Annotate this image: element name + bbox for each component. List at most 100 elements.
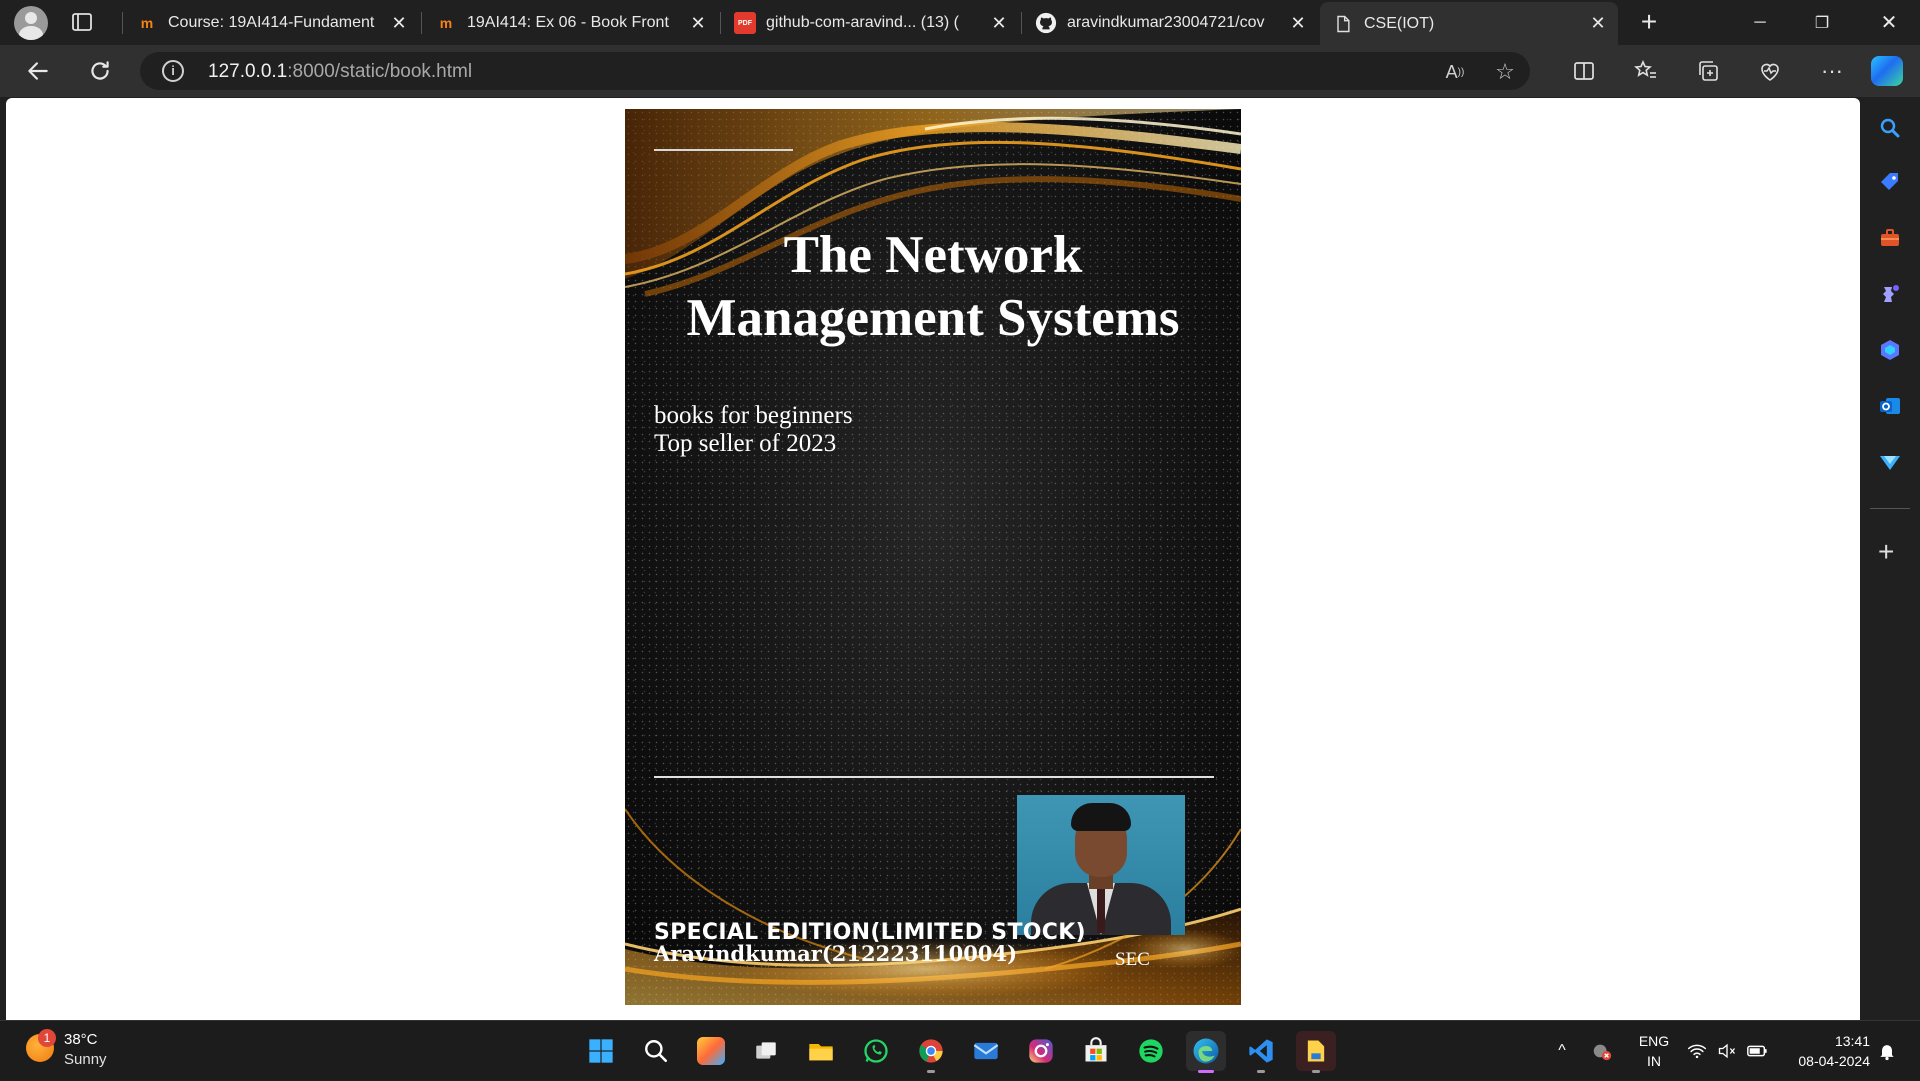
network-error-icon[interactable] — [1588, 1021, 1616, 1081]
mail-icon — [973, 1042, 999, 1060]
site-info-icon[interactable]: i — [162, 60, 184, 82]
tab-strip: m Course: 19AI414-Fundament ✕ m 19AI414:… — [0, 0, 1920, 45]
language-indicator[interactable]: ENG IN — [1634, 1031, 1674, 1071]
url-path: :8000/static/book.html — [287, 61, 473, 82]
tab-course[interactable]: m Course: 19AI414-Fundament ✕ — [124, 4, 419, 42]
copilot-pre-app[interactable] — [691, 1031, 731, 1071]
web-page: The Network Management Systems books for… — [6, 98, 1860, 1020]
taskbar-search-button[interactable] — [636, 1031, 676, 1071]
edge-icon — [1193, 1038, 1219, 1064]
tab-ex06[interactable]: m 19AI414: Ex 06 - Book Front ✕ — [423, 4, 718, 42]
tab-actions-icon[interactable] — [70, 10, 94, 34]
copilot-icon[interactable] — [1871, 56, 1903, 86]
subtitle-line-2: Top seller of 2023 — [654, 430, 837, 457]
tab-title: 19AI414: Ex 06 - Book Front — [467, 14, 669, 31]
close-icon[interactable]: ✕ — [686, 11, 710, 35]
url-text[interactable]: 127.0.0.1:8000/static/book.html — [208, 61, 472, 83]
new-tab-button[interactable]: + — [1634, 8, 1664, 38]
tab-github[interactable]: aravindkumar23004721/cov ✕ — [1023, 4, 1318, 42]
microsoft-365-icon[interactable] — [1876, 336, 1904, 364]
refresh-icon — [91, 61, 109, 80]
author-photo — [1017, 795, 1185, 935]
task-view-icon — [756, 1042, 776, 1059]
spotify-icon — [1139, 1039, 1163, 1063]
notification-bell-icon[interactable] — [1874, 1021, 1900, 1081]
restore-button[interactable]: ❐ — [1791, 0, 1853, 45]
search-icon[interactable] — [1876, 114, 1904, 142]
instagram-app[interactable] — [1021, 1031, 1061, 1071]
tab-title: CSE(IOT) — [1364, 14, 1435, 32]
show-hidden-icons-chevron-icon[interactable]: ^ — [1548, 1021, 1576, 1081]
split-screen-icon[interactable] — [1570, 57, 1598, 85]
battery-icon[interactable] — [1744, 1021, 1770, 1081]
tab-cse-iot[interactable]: CSE(IOT) ✕ — [1320, 2, 1618, 45]
add-sidebar-app-icon[interactable]: + — [1878, 538, 1894, 566]
moodle-icon: m — [439, 15, 453, 31]
tab-pdf[interactable]: PDF github-com-aravind... (13) ( ✕ — [722, 4, 1019, 42]
chrome-app[interactable] — [911, 1031, 951, 1073]
tools-icon[interactable] — [1876, 224, 1904, 252]
outlook-icon[interactable] — [1876, 392, 1904, 420]
vscode-app[interactable] — [1241, 1031, 1281, 1073]
refresh-button[interactable] — [84, 55, 116, 87]
telegram-send-icon[interactable] — [1876, 448, 1904, 476]
more-options-icon[interactable]: ··· — [1818, 57, 1846, 85]
tab-separator — [122, 12, 123, 34]
start-button[interactable] — [581, 1031, 621, 1071]
close-icon[interactable]: ✕ — [1586, 12, 1610, 36]
close-window-button[interactable]: ✕ — [1858, 0, 1920, 45]
spotify-app[interactable] — [1131, 1031, 1171, 1071]
sidebar-divider — [1870, 508, 1910, 509]
browser-essentials-icon[interactable] — [1756, 57, 1784, 85]
games-icon[interactable] — [1876, 280, 1904, 308]
minimize-button[interactable]: ─ — [1729, 0, 1791, 45]
folder-icon — [809, 1044, 833, 1061]
profile-avatar[interactable] — [14, 6, 48, 40]
favorites-icon[interactable] — [1632, 57, 1660, 85]
book-cover: The Network Management Systems books for… — [625, 109, 1241, 1005]
collections-icon[interactable] — [1694, 57, 1722, 85]
weather-condition[interactable]: Sunny — [64, 1051, 107, 1068]
windows-logo-icon — [589, 1039, 613, 1063]
vscode-icon — [1249, 1039, 1273, 1063]
address-bar[interactable]: i 127.0.0.1:8000/static/book.html A)) ☆ — [140, 52, 1530, 90]
read-aloud-icon[interactable]: A)) — [1442, 59, 1468, 85]
favorite-star-icon[interactable]: ☆ — [1492, 59, 1518, 85]
weather-temperature[interactable]: 38°C — [64, 1031, 98, 1048]
edge-sidebar: + — [1860, 98, 1920, 1020]
mail-app[interactable] — [966, 1031, 1006, 1071]
system-clock[interactable]: 13:41 08-04-2024 — [1780, 1031, 1870, 1071]
address-toolbar: i 127.0.0.1:8000/static/book.html A)) ☆ … — [0, 45, 1920, 97]
windows-taskbar: 1 38°C Sunny ^ ENG IN 13:41 08-04-2024 — [0, 1020, 1920, 1080]
github-icon — [1035, 12, 1057, 34]
back-arrow-icon — [28, 62, 48, 80]
url-host: 127.0.0.1 — [208, 61, 288, 82]
clock-time: 13:41 — [1834, 1033, 1870, 1049]
language-code: ENG — [1638, 1033, 1670, 1049]
title-line-2: Management Systems — [686, 289, 1180, 347]
volume-muted-icon[interactable] — [1714, 1021, 1740, 1081]
wifi-icon[interactable] — [1684, 1021, 1710, 1081]
edge-app[interactable] — [1186, 1031, 1226, 1073]
search-icon — [645, 1040, 668, 1063]
shopping-tag-icon[interactable] — [1876, 168, 1904, 196]
close-icon[interactable]: ✕ — [1286, 11, 1310, 35]
file-explorer-app[interactable] — [801, 1031, 841, 1071]
college-label: SEC — [1115, 949, 1150, 970]
task-view-button[interactable] — [746, 1031, 786, 1071]
whatsapp-app[interactable] — [856, 1031, 896, 1071]
moodle-icon: m — [140, 15, 154, 31]
copilot-pre-icon — [697, 1037, 725, 1065]
book-title: The Network Management Systems — [625, 224, 1241, 350]
close-icon[interactable]: ✕ — [987, 11, 1011, 35]
whatsapp-icon — [864, 1039, 888, 1063]
close-icon[interactable]: ✕ — [387, 11, 411, 35]
chrome-icon — [919, 1039, 943, 1063]
tab-title: github-com-aravind... (13) ( — [766, 14, 959, 31]
store-app[interactable] — [1076, 1031, 1116, 1071]
book-subtitle: books for beginners Top seller of 2023 — [654, 402, 853, 458]
back-button[interactable] — [22, 55, 54, 87]
file-manager-app[interactable] — [1296, 1031, 1336, 1073]
subtitle-line-1: books for beginners — [654, 402, 853, 429]
tab-separator — [421, 12, 422, 34]
